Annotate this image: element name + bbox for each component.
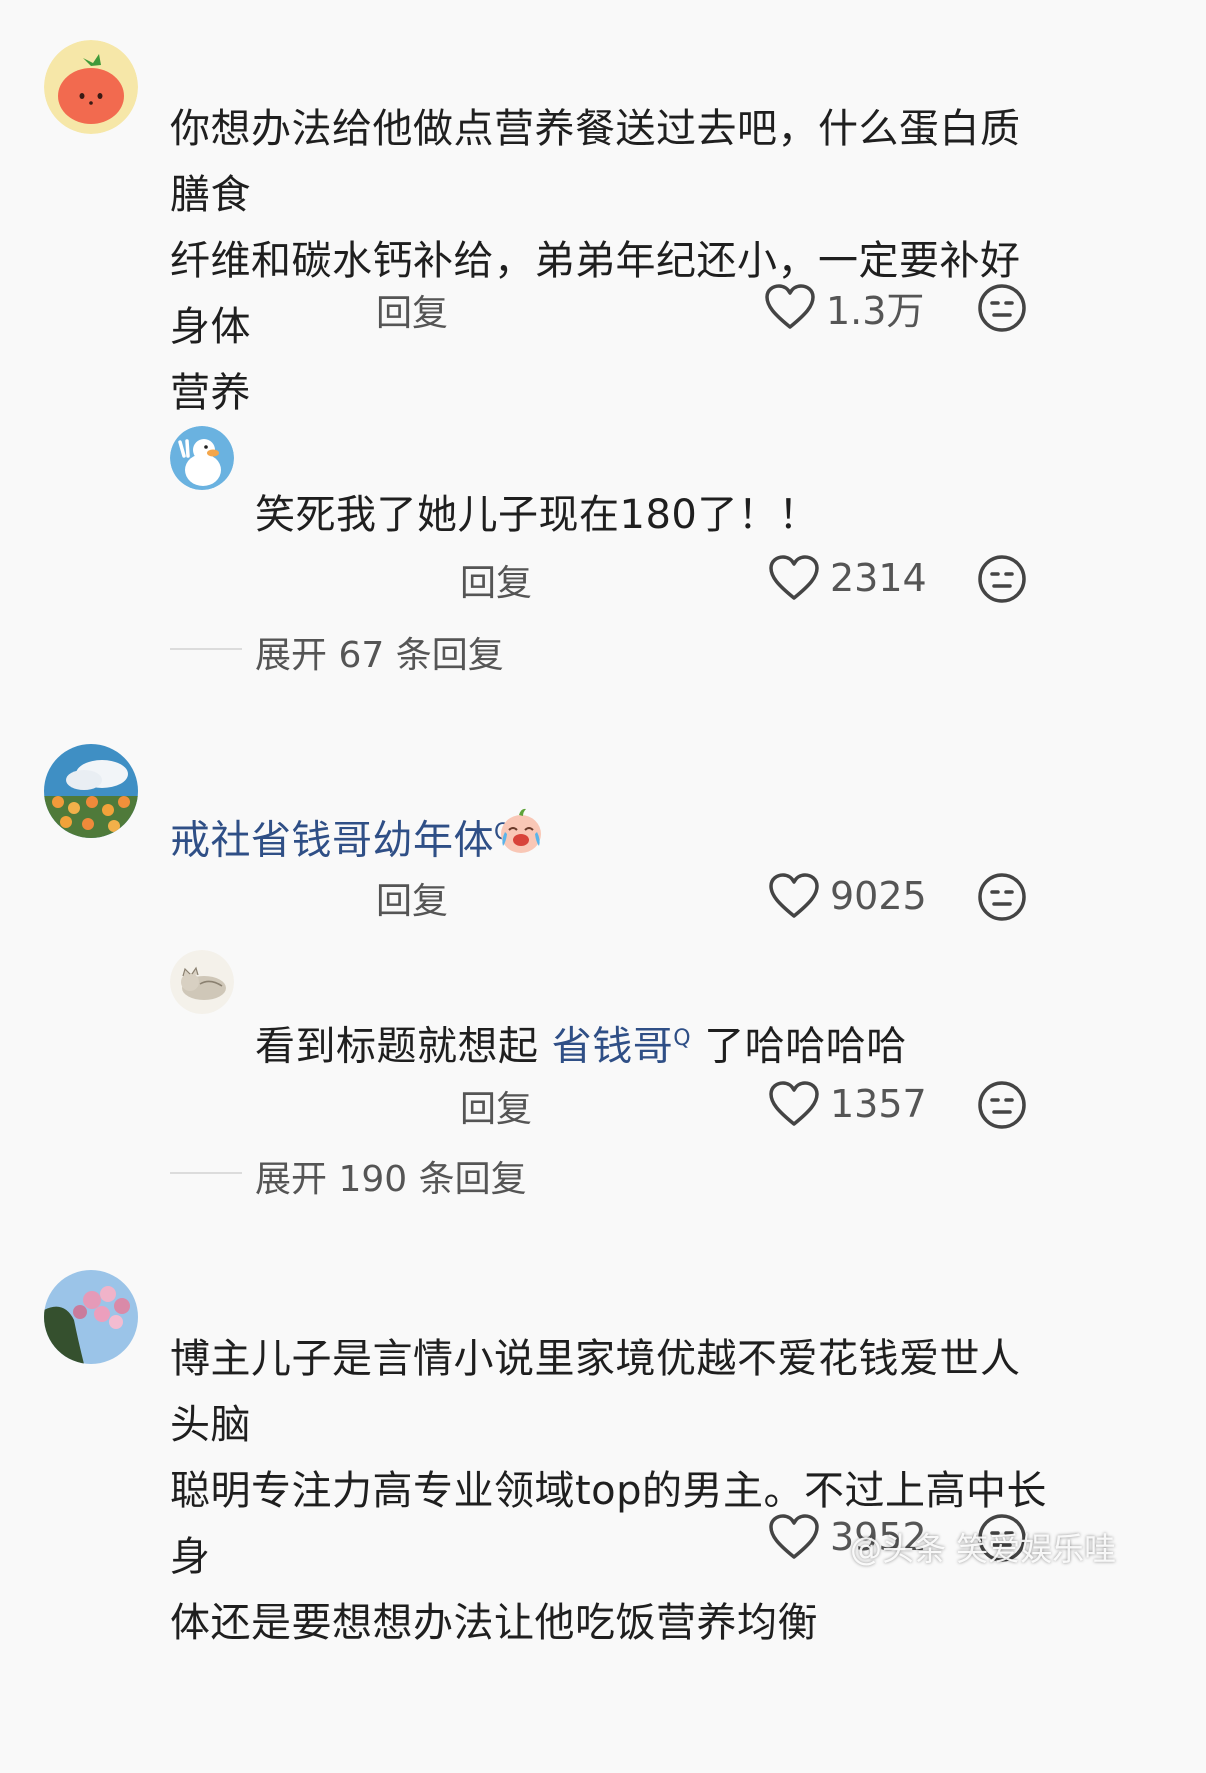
user-mention-link[interactable]: 省钱哥 (552, 1023, 674, 1069)
comment-text: 看到标题就想起 省钱哥Q 了哈哈哈哈 (255, 1006, 907, 1079)
comment-line: 博主儿子是言情小说里家境优越不爱花钱爱世人头脑 (170, 1336, 1021, 1448)
like-count: 2314 (830, 556, 927, 600)
comment-text-before: 看到标题就想起 (255, 1023, 552, 1070)
watermark: @头条 笑爱娱乐哇 (850, 1530, 1117, 1568)
comment-line: 体还是要想想办法让他吃饭营养均衡 (170, 1600, 818, 1646)
comment-text: 笑死我了她儿子现在180了！！ (255, 492, 819, 538)
dislike-button[interactable] (976, 282, 1028, 334)
like-count: 1357 (830, 1082, 927, 1126)
neutral-face-icon (978, 555, 1026, 603)
neutral-face-icon (978, 873, 1026, 921)
user-avatar[interactable] (44, 1270, 138, 1364)
heart-icon (769, 555, 819, 600)
expand-divider (170, 648, 242, 650)
crying-laughing-sticker-icon (496, 806, 546, 856)
user-avatar[interactable] (44, 744, 138, 838)
cat-avatar-icon (170, 950, 234, 1014)
search-marker-icon: Q (673, 1026, 692, 1051)
user-avatar[interactable] (170, 950, 234, 1014)
comment-text: 博主儿子是言情小说里家境优越不爱花钱爱世人头脑 聪明专注力高专业领域top的男主… (170, 1326, 1050, 1656)
heart-icon (769, 1081, 819, 1126)
reply-button[interactable]: 回复 (376, 872, 448, 924)
dislike-button[interactable] (976, 553, 1028, 605)
comment-line: 营养 (170, 370, 251, 416)
expand-replies-button[interactable]: 展开 67 条回复 (255, 626, 504, 678)
like-button[interactable]: 9025 (768, 871, 927, 921)
like-button[interactable]: 1.3万 (764, 282, 925, 333)
heart-icon (769, 873, 819, 918)
neutral-face-icon (978, 1081, 1026, 1129)
neutral-face-icon (978, 284, 1026, 332)
user-mention-link[interactable]: 戒社省钱哥幼年体 (170, 817, 494, 863)
flowers-sky-avatar-icon (44, 744, 138, 838)
expand-divider (170, 1172, 242, 1174)
tomato-avatar-icon (44, 40, 138, 134)
comment-text: 你想办法给他做点营养餐送过去吧，什么蛋白质膳食 纤维和碳水钙补给，弟弟年纪还小，… (170, 96, 1050, 426)
heart-icon (765, 284, 815, 329)
dislike-button[interactable] (976, 871, 1028, 923)
user-avatar[interactable] (44, 40, 138, 134)
heart-icon (769, 1514, 819, 1559)
expand-replies-button[interactable]: 展开 190 条回复 (255, 1150, 527, 1202)
comment-text: 戒社省钱哥幼年体Q (170, 800, 512, 873)
like-button[interactable]: 2314 (768, 553, 927, 603)
duck-avatar-icon (170, 426, 234, 490)
like-button[interactable]: 1357 (768, 1079, 927, 1129)
like-count: 1.3万 (826, 288, 925, 333)
reply-button[interactable]: 回复 (460, 1080, 532, 1132)
reply-button[interactable]: 回复 (376, 284, 448, 336)
tree-balloons-avatar-icon (44, 1270, 138, 1364)
dislike-button[interactable] (976, 1079, 1028, 1131)
user-avatar[interactable] (170, 426, 234, 490)
like-count: 9025 (830, 874, 927, 918)
comment-text-after: 了哈哈哈哈 (691, 1023, 907, 1070)
reply-button[interactable]: 回复 (460, 554, 532, 606)
comment-line: 你想办法给他做点营养餐送过去吧，什么蛋白质膳食 (170, 106, 1021, 218)
